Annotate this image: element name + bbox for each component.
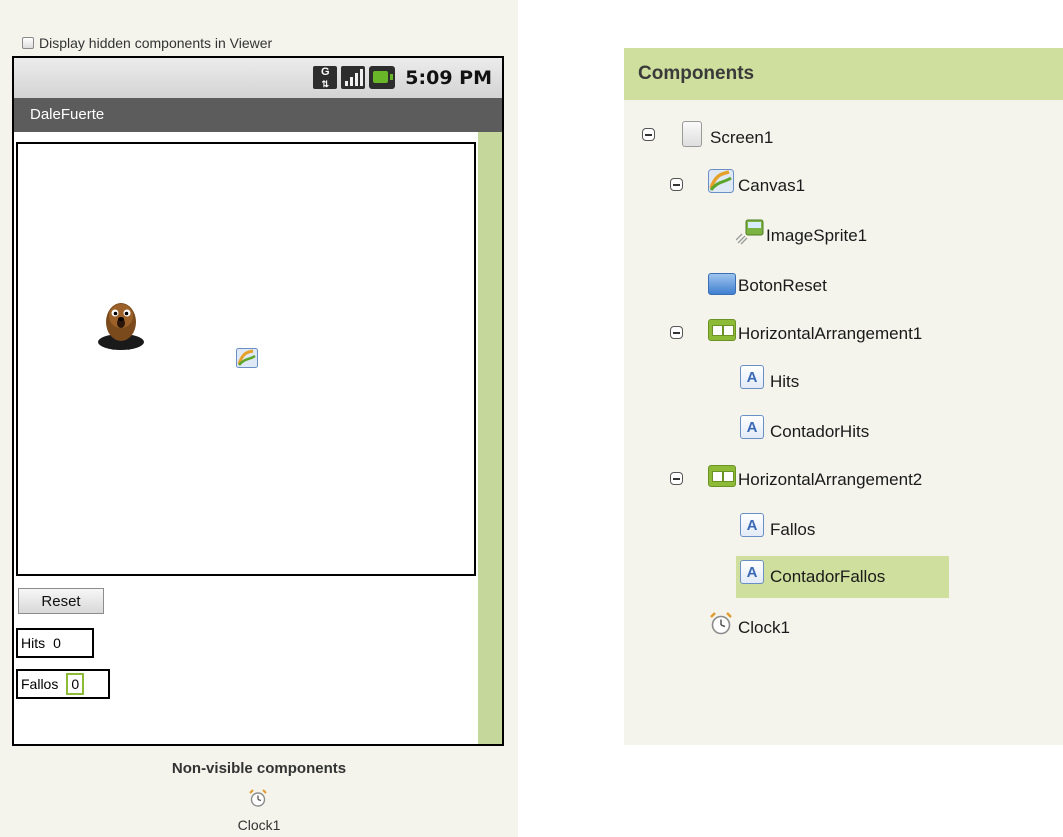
label-icon: A	[740, 415, 766, 445]
network-g-icon: G	[313, 66, 338, 90]
collapse-canvas1-toggle[interactable]	[670, 178, 683, 191]
tree-item-label: HorizontalArrangement1	[738, 324, 923, 343]
tree-item-horizontalarrangement1[interactable]: HorizontalArrangement1	[708, 318, 922, 350]
tree-item-contadorfallos[interactable]: A ContadorFallos	[736, 556, 949, 598]
non-visible-components-title: Non-visible components	[171, 760, 347, 777]
horizontal-arrangement-1: Hits 0	[16, 628, 94, 658]
tree-item-canvas1[interactable]: Canvas1	[708, 169, 806, 202]
tree-item-horizontalarrangement2[interactable]: HorizontalArrangement2	[708, 464, 922, 496]
tree-item-imagesprite1[interactable]: ImageSprite1	[736, 219, 868, 252]
components-panel: Components Screen1 Canvas1 ImageSprite1	[624, 48, 1063, 745]
screen-body: Reset Hits 0 Fallos 0	[14, 132, 502, 744]
display-hidden-components-toggle[interactable]: Display hidden components in Viewer	[22, 34, 272, 52]
button-icon	[708, 273, 736, 299]
tree-item-label: BotonReset	[738, 276, 827, 295]
horizontal-arrangement-icon	[708, 319, 736, 347]
tree-item-label: Hits	[770, 372, 800, 391]
phone-preview: G 5:09 PM DaleFuerte	[12, 56, 504, 746]
imagesprite-icon	[736, 219, 764, 249]
reset-button[interactable]: Reset	[18, 588, 104, 614]
hits-label: Hits	[21, 635, 46, 651]
label-icon: A	[740, 560, 766, 590]
tree-item-hits[interactable]: A Hits	[740, 365, 800, 398]
collapse-horizontalarrangement2-toggle[interactable]	[670, 472, 683, 485]
components-header: Components	[624, 48, 1063, 100]
viewer-panel: Display hidden components in Viewer G 5:…	[0, 0, 518, 837]
clock-icon	[708, 612, 734, 641]
tree-item-botonreset[interactable]: BotonReset	[708, 270, 827, 302]
tree-item-label: ContadorHits	[770, 422, 870, 441]
collapse-horizontalarrangement1-toggle[interactable]	[670, 326, 683, 339]
label-icon: A	[740, 365, 766, 395]
contador-hits-value: 0	[53, 635, 61, 651]
tree-item-label: ImageSprite1	[766, 226, 868, 245]
tree-item-contadorhits[interactable]: A ContadorHits	[740, 415, 870, 448]
tree-item-screen1[interactable]: Screen1	[680, 121, 774, 154]
screen-icon	[680, 121, 706, 151]
tree-item-label: Clock1	[738, 618, 790, 637]
signal-bars-icon	[341, 66, 366, 89]
screen-scrollbar[interactable]	[478, 132, 502, 744]
canvas-placeholder-icon	[236, 348, 258, 368]
battery-icon	[369, 66, 396, 89]
clock-icon[interactable]	[248, 788, 268, 808]
tree-item-label: Canvas1	[738, 176, 806, 195]
status-bar: G 5:09 PM	[14, 58, 502, 98]
collapse-screen1-toggle[interactable]	[642, 128, 655, 141]
horizontal-arrangement-icon	[708, 465, 736, 493]
mole-sprite-icon[interactable]	[96, 296, 146, 354]
fallos-label: Fallos	[21, 676, 59, 692]
horizontal-arrangement-2: Fallos 0	[16, 669, 110, 699]
tree-item-label: Fallos	[770, 520, 816, 539]
tree-item-fallos[interactable]: A Fallos	[740, 513, 816, 546]
label-icon: A	[740, 513, 766, 543]
display-hidden-label: Display hidden components in Viewer	[39, 35, 273, 51]
canvas-icon	[708, 169, 734, 199]
app-title-bar: DaleFuerte	[14, 98, 502, 132]
canvas1[interactable]	[16, 142, 476, 576]
tree-item-label: HorizontalArrangement2	[738, 470, 923, 489]
status-time: 5:09 PM	[405, 66, 492, 89]
app-title: DaleFuerte	[30, 106, 105, 123]
tree-item-clock1[interactable]: Clock1	[708, 612, 790, 644]
contador-fallos-value[interactable]: 0	[66, 673, 85, 695]
display-hidden-checkbox[interactable]	[22, 37, 34, 49]
tree-item-label: ContadorFallos	[770, 567, 886, 586]
tree-item-label: Screen1	[710, 128, 774, 147]
non-visible-clock1-label[interactable]: Clock1	[0, 817, 518, 833]
